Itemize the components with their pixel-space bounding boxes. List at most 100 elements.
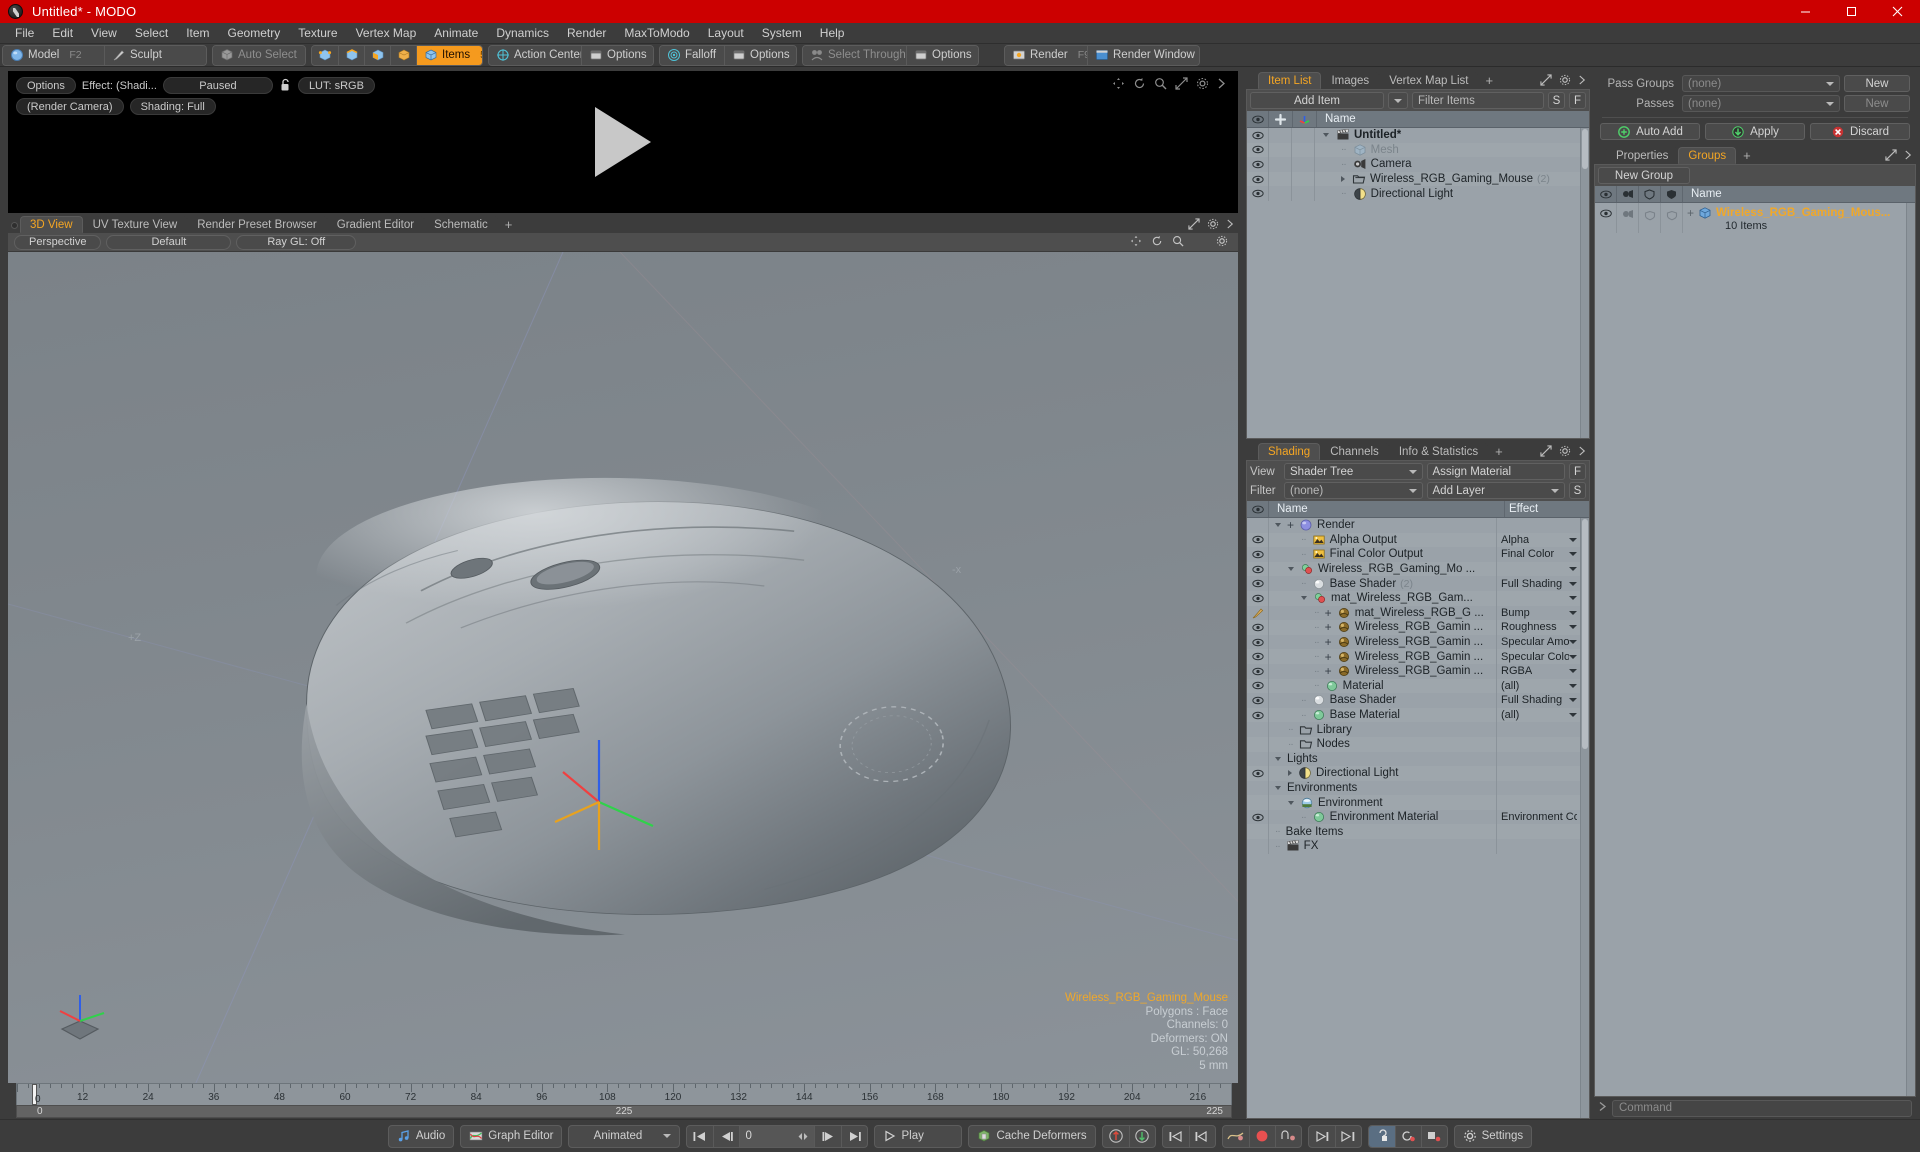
row-visibility-toggle[interactable] (1247, 780, 1269, 796)
menu-animate[interactable]: Animate (425, 24, 487, 43)
item-list-row[interactable]: ·· Camera (1247, 157, 1580, 172)
row-effect-cell[interactable] (1496, 590, 1580, 606)
menu-select[interactable]: Select (126, 24, 177, 43)
rotate-icon[interactable] (1151, 235, 1163, 250)
shader-tree-row[interactable]: Wireless_RGB_Gaming_Mo ... (1247, 561, 1580, 577)
row-effect-dropdown-icon[interactable] (1569, 698, 1577, 703)
shader-tree-row[interactable]: ·· + Wireless_RGB_Gamin ... Specular Amount (1247, 634, 1580, 650)
row-visibility-toggle[interactable] (1247, 532, 1269, 548)
menu-layout[interactable]: Layout (699, 24, 753, 43)
row-visibility-toggle[interactable] (1247, 128, 1269, 143)
menu-render[interactable]: Render (558, 24, 615, 43)
play-triangle-icon[interactable] (595, 107, 651, 177)
shader-tree-row[interactable]: ·· Library (1247, 722, 1580, 737)
close-button[interactable] (1874, 0, 1920, 23)
row-effect-cell[interactable]: Full Shading (1496, 576, 1580, 591)
preview-shading-button[interactable]: Shading: Full (129, 98, 216, 115)
shader-tree-row[interactable]: ·· Environment Material Environment Col ..… (1247, 809, 1580, 825)
toolbar-falloff-button[interactable]: Falloff (660, 45, 724, 65)
shader-tree-row[interactable]: ·· Base Material (all) (1247, 707, 1580, 723)
panel-dot-icon[interactable] (11, 222, 18, 229)
tab-vertex-map-list[interactable]: Vertex Map List (1379, 72, 1479, 89)
viewport-raygl-button[interactable]: Ray GL: Off (236, 234, 357, 250)
pass-groups-new-button[interactable]: New (1844, 75, 1910, 92)
next-frame-button[interactable] (815, 1126, 841, 1147)
key-next-button[interactable] (1309, 1126, 1335, 1147)
preview-options-button[interactable]: Options (16, 77, 76, 94)
row-effect-dropdown-icon[interactable] (1569, 683, 1577, 688)
row-transform-cell[interactable] (1292, 128, 1315, 143)
render-preview-canvas[interactable]: Options Effect: (Shadi... Paused LUT: sR… (8, 71, 1238, 213)
row-add-icon[interactable]: + (1287, 518, 1294, 532)
row-visibility-toggle[interactable] (1247, 839, 1269, 854)
toolbar-render-window-button[interactable]: Render Window (1087, 45, 1199, 65)
shader-tree-row[interactable]: ·· Nodes (1247, 736, 1580, 752)
menu-help[interactable]: Help (811, 24, 854, 43)
row-effect-cell[interactable]: Environment Col ... (1496, 809, 1580, 825)
autokey-button[interactable] (1368, 1125, 1395, 1147)
shader-tree-row[interactable]: ·· Material (all) (1247, 678, 1580, 694)
group-camera-toggle[interactable] (1617, 203, 1639, 233)
toolbar-material-button[interactable] (390, 45, 416, 65)
row-effect-dropdown-icon[interactable] (1569, 640, 1577, 645)
row-visibility-toggle[interactable] (1247, 722, 1269, 737)
toolbar-items-button[interactable]: Items 5 (416, 45, 482, 65)
assign-material-button[interactable]: Assign Material (1426, 463, 1565, 480)
gear-icon[interactable] (1196, 77, 1209, 90)
row-visibility-toggle[interactable] (1247, 620, 1269, 635)
tab-channels[interactable]: Channels (1320, 443, 1389, 460)
command-input[interactable]: Command (1612, 1099, 1912, 1117)
keyframe-button[interactable] (1274, 1125, 1301, 1147)
key-up-button[interactable] (1103, 1126, 1129, 1147)
row-effect-cell[interactable] (1496, 561, 1580, 577)
toolbar-action-center-button[interactable]: Action Center (489, 45, 584, 65)
row-effect-cell[interactable] (1496, 839, 1580, 854)
passes-select[interactable]: (none) (1682, 95, 1840, 112)
toolbar-model-button[interactable]: Model F2 (3, 45, 104, 65)
prev-frame-button[interactable] (713, 1125, 739, 1147)
row-visibility-toggle[interactable] (1247, 693, 1269, 708)
transform-gizmo[interactable] (553, 732, 673, 862)
row-effect-cell[interactable]: Roughness (1496, 620, 1580, 635)
panel-menu-icon[interactable] (1217, 77, 1230, 90)
tab-schematic[interactable]: Schematic (424, 216, 498, 233)
row-lock-cell[interactable] (1269, 186, 1292, 201)
timeline-range-scrollbar[interactable]: 0 225 225 (16, 1105, 1232, 1118)
maximize-button[interactable] (1828, 0, 1874, 23)
panel-menu-icon[interactable] (1904, 149, 1912, 164)
first-frame-button[interactable] (687, 1126, 713, 1147)
row-visibility-toggle[interactable] (1247, 795, 1269, 810)
row-effect-cell[interactable] (1496, 722, 1580, 737)
row-effect-cell[interactable]: Bump (1496, 605, 1580, 621)
row-expander-icon[interactable] (1301, 596, 1307, 601)
item-list-f-button[interactable]: F (1569, 92, 1586, 109)
row-effect-dropdown-icon[interactable] (1569, 610, 1577, 615)
row-visibility-toggle[interactable] (1247, 634, 1269, 650)
row-visibility-toggle[interactable] (1247, 736, 1269, 752)
tab-gradient-editor[interactable]: Gradient Editor (326, 216, 425, 233)
pan-icon[interactable] (1130, 235, 1142, 250)
row-lock-cell[interactable] (1269, 142, 1292, 158)
row-add-icon[interactable]: + (1325, 620, 1332, 634)
row-expander-icon[interactable] (1275, 785, 1281, 790)
command-chevron-icon[interactable] (1598, 1101, 1607, 1115)
menu-maxtomodo[interactable]: MaxToModo (615, 24, 698, 43)
row-lock-cell[interactable] (1269, 171, 1292, 187)
shader-tree-scrollbar[interactable] (1580, 518, 1589, 1118)
group-shield-toggle[interactable] (1639, 203, 1661, 233)
row-visibility-toggle[interactable] (1247, 561, 1269, 577)
zoom-icon[interactable] (1154, 77, 1167, 90)
settings-button[interactable]: Settings (1455, 1126, 1532, 1147)
row-effect-cell[interactable]: Final Color (1496, 547, 1580, 562)
key-down-button[interactable] (1128, 1125, 1155, 1147)
row-effect-cell[interactable]: Alpha (1496, 532, 1580, 548)
add-item-dropdown[interactable] (1388, 92, 1408, 109)
gear-icon[interactable] (1207, 218, 1219, 233)
row-visibility-toggle[interactable] (1247, 605, 1269, 621)
passes-new-button[interactable]: New (1844, 95, 1910, 112)
item-list-row[interactable]: Wireless_RGB_Gaming_Mouse (2) (1247, 171, 1580, 187)
row-visibility-toggle[interactable] (1247, 171, 1269, 187)
tab-add-button[interactable]: + (1736, 147, 1758, 164)
row-visibility-toggle[interactable] (1247, 518, 1269, 533)
row-add-icon[interactable]: + (1325, 635, 1332, 649)
